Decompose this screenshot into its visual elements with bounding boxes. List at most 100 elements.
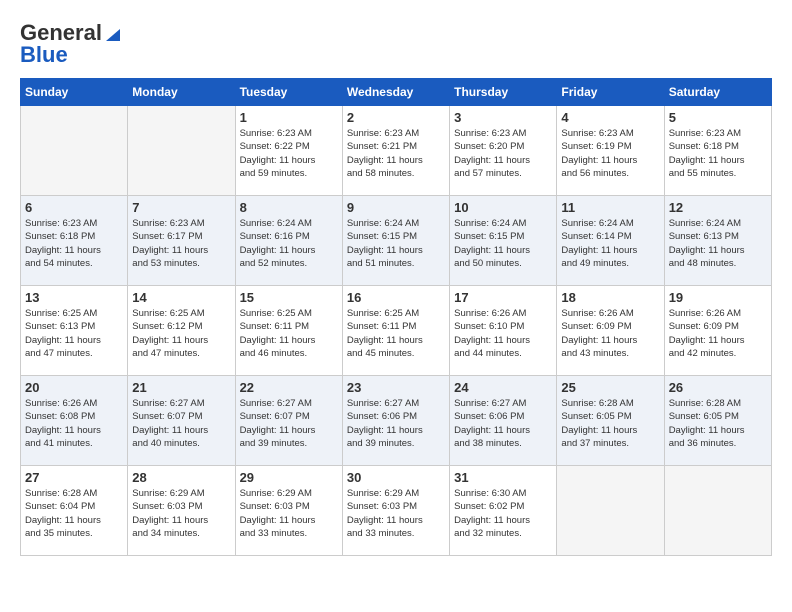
- calendar-cell: 3 Sunrise: 6:23 AM Sunset: 6:20 PM Daylig…: [450, 106, 557, 196]
- calendar-cell: 2 Sunrise: 6:23 AM Sunset: 6:21 PM Daylig…: [342, 106, 449, 196]
- day-info: Sunrise: 6:29 AM Sunset: 6:03 PM Dayligh…: [240, 487, 338, 540]
- calendar-cell: 31 Sunrise: 6:30 AM Sunset: 6:02 PM Dayli…: [450, 466, 557, 556]
- day-info: Sunrise: 6:23 AM Sunset: 6:21 PM Dayligh…: [347, 127, 445, 180]
- day-info: Sunrise: 6:26 AM Sunset: 6:09 PM Dayligh…: [561, 307, 659, 360]
- day-number: 22: [240, 380, 338, 395]
- calendar-cell: 11Sunrise: 6:24 AM Sunset: 6:14 PM Dayli…: [557, 196, 664, 286]
- day-info: Sunrise: 6:24 AM Sunset: 6:16 PM Dayligh…: [240, 217, 338, 270]
- calendar-cell: 13 Sunrise: 6:25 AM Sunset: 6:13 PM Dayli…: [21, 286, 128, 376]
- calendar-cell: 1 Sunrise: 6:23 AM Sunset: 6:22 PM Daylig…: [235, 106, 342, 196]
- day-info: Sunrise: 6:25 AM Sunset: 6:11 PM Dayligh…: [240, 307, 338, 360]
- calendar-cell: [21, 106, 128, 196]
- calendar-cell: 18 Sunrise: 6:26 AM Sunset: 6:09 PM Dayli…: [557, 286, 664, 376]
- logo-blue: Blue: [20, 42, 68, 68]
- day-info: Sunrise: 6:28 AM Sunset: 6:05 PM Dayligh…: [561, 397, 659, 450]
- calendar-cell: 17 Sunrise: 6:26 AM Sunset: 6:10 PM Dayli…: [450, 286, 557, 376]
- calendar-cell: 22 Sunrise: 6:27 AM Sunset: 6:07 PM Dayli…: [235, 376, 342, 466]
- day-number: 8: [240, 200, 338, 215]
- day-info: Sunrise: 6:24 AM Sunset: 6:13 PM Dayligh…: [669, 217, 767, 270]
- calendar-cell: 14 Sunrise: 6:25 AM Sunset: 6:12 PM Dayli…: [128, 286, 235, 376]
- column-header-tuesday: Tuesday: [235, 79, 342, 106]
- day-info: Sunrise: 6:25 AM Sunset: 6:13 PM Dayligh…: [25, 307, 123, 360]
- calendar-week-row: 20 Sunrise: 6:26 AM Sunset: 6:08 PM Dayli…: [21, 376, 772, 466]
- calendar-cell: 8 Sunrise: 6:24 AM Sunset: 6:16 PM Daylig…: [235, 196, 342, 286]
- column-header-thursday: Thursday: [450, 79, 557, 106]
- calendar-cell: 9 Sunrise: 6:24 AM Sunset: 6:15 PM Daylig…: [342, 196, 449, 286]
- day-info: Sunrise: 6:23 AM Sunset: 6:20 PM Dayligh…: [454, 127, 552, 180]
- day-number: 25: [561, 380, 659, 395]
- calendar-cell: 5Sunrise: 6:23 AM Sunset: 6:18 PM Daylig…: [664, 106, 771, 196]
- day-number: 27: [25, 470, 123, 485]
- calendar-cell: 10 Sunrise: 6:24 AM Sunset: 6:15 PM Dayli…: [450, 196, 557, 286]
- day-info: Sunrise: 6:29 AM Sunset: 6:03 PM Dayligh…: [347, 487, 445, 540]
- day-number: 26: [669, 380, 767, 395]
- calendar-cell: [664, 466, 771, 556]
- day-info: Sunrise: 6:25 AM Sunset: 6:12 PM Dayligh…: [132, 307, 230, 360]
- day-number: 13: [25, 290, 123, 305]
- calendar-cell: 7 Sunrise: 6:23 AM Sunset: 6:17 PM Daylig…: [128, 196, 235, 286]
- calendar-cell: [128, 106, 235, 196]
- day-info: Sunrise: 6:28 AM Sunset: 6:05 PM Dayligh…: [669, 397, 767, 450]
- day-info: Sunrise: 6:27 AM Sunset: 6:07 PM Dayligh…: [240, 397, 338, 450]
- calendar-cell: 24Sunrise: 6:27 AM Sunset: 6:06 PM Dayli…: [450, 376, 557, 466]
- day-number: 5: [669, 110, 767, 125]
- day-number: 12: [669, 200, 767, 215]
- day-info: Sunrise: 6:26 AM Sunset: 6:10 PM Dayligh…: [454, 307, 552, 360]
- calendar-cell: 26 Sunrise: 6:28 AM Sunset: 6:05 PM Dayli…: [664, 376, 771, 466]
- column-header-friday: Friday: [557, 79, 664, 106]
- calendar-cell: [557, 466, 664, 556]
- day-info: Sunrise: 6:26 AM Sunset: 6:09 PM Dayligh…: [669, 307, 767, 360]
- day-info: Sunrise: 6:23 AM Sunset: 6:22 PM Dayligh…: [240, 127, 338, 180]
- calendar-cell: 21Sunrise: 6:27 AM Sunset: 6:07 PM Dayli…: [128, 376, 235, 466]
- logo-triangle-icon: [104, 25, 122, 43]
- column-header-sunday: Sunday: [21, 79, 128, 106]
- day-number: 14: [132, 290, 230, 305]
- day-info: Sunrise: 6:29 AM Sunset: 6:03 PM Dayligh…: [132, 487, 230, 540]
- day-number: 18: [561, 290, 659, 305]
- day-number: 19: [669, 290, 767, 305]
- day-number: 3: [454, 110, 552, 125]
- calendar-week-row: 6 Sunrise: 6:23 AM Sunset: 6:18 PM Daylig…: [21, 196, 772, 286]
- day-info: Sunrise: 6:23 AM Sunset: 6:19 PM Dayligh…: [561, 127, 659, 180]
- calendar-cell: 19 Sunrise: 6:26 AM Sunset: 6:09 PM Dayli…: [664, 286, 771, 376]
- day-number: 7: [132, 200, 230, 215]
- calendar-cell: 16Sunrise: 6:25 AM Sunset: 6:11 PM Dayli…: [342, 286, 449, 376]
- page-header: General Blue: [20, 20, 772, 68]
- day-info: Sunrise: 6:23 AM Sunset: 6:17 PM Dayligh…: [132, 217, 230, 270]
- day-number: 4: [561, 110, 659, 125]
- calendar-cell: 20 Sunrise: 6:26 AM Sunset: 6:08 PM Dayli…: [21, 376, 128, 466]
- day-number: 1: [240, 110, 338, 125]
- day-info: Sunrise: 6:24 AM Sunset: 6:14 PM Dayligh…: [561, 217, 659, 270]
- calendar-cell: 28 Sunrise: 6:29 AM Sunset: 6:03 PM Dayli…: [128, 466, 235, 556]
- day-info: Sunrise: 6:24 AM Sunset: 6:15 PM Dayligh…: [347, 217, 445, 270]
- day-number: 6: [25, 200, 123, 215]
- day-number: 31: [454, 470, 552, 485]
- day-number: 28: [132, 470, 230, 485]
- day-number: 9: [347, 200, 445, 215]
- day-info: Sunrise: 6:30 AM Sunset: 6:02 PM Dayligh…: [454, 487, 552, 540]
- calendar-cell: 23Sunrise: 6:27 AM Sunset: 6:06 PM Dayli…: [342, 376, 449, 466]
- calendar-cell: 6 Sunrise: 6:23 AM Sunset: 6:18 PM Daylig…: [21, 196, 128, 286]
- day-info: Sunrise: 6:26 AM Sunset: 6:08 PM Dayligh…: [25, 397, 123, 450]
- day-number: 15: [240, 290, 338, 305]
- calendar-header-row: SundayMondayTuesdayWednesdayThursdayFrid…: [21, 79, 772, 106]
- day-info: Sunrise: 6:27 AM Sunset: 6:06 PM Dayligh…: [347, 397, 445, 450]
- calendar-week-row: 13 Sunrise: 6:25 AM Sunset: 6:13 PM Dayli…: [21, 286, 772, 376]
- calendar-week-row: 1 Sunrise: 6:23 AM Sunset: 6:22 PM Daylig…: [21, 106, 772, 196]
- day-number: 24: [454, 380, 552, 395]
- day-info: Sunrise: 6:25 AM Sunset: 6:11 PM Dayligh…: [347, 307, 445, 360]
- column-header-saturday: Saturday: [664, 79, 771, 106]
- day-number: 20: [25, 380, 123, 395]
- calendar-body: 1 Sunrise: 6:23 AM Sunset: 6:22 PM Daylig…: [21, 106, 772, 556]
- calendar-cell: 4 Sunrise: 6:23 AM Sunset: 6:19 PM Daylig…: [557, 106, 664, 196]
- day-number: 29: [240, 470, 338, 485]
- calendar-week-row: 27Sunrise: 6:28 AM Sunset: 6:04 PM Dayli…: [21, 466, 772, 556]
- day-number: 10: [454, 200, 552, 215]
- day-info: Sunrise: 6:23 AM Sunset: 6:18 PM Dayligh…: [25, 217, 123, 270]
- logo: General Blue: [20, 20, 122, 68]
- day-number: 17: [454, 290, 552, 305]
- column-header-monday: Monday: [128, 79, 235, 106]
- calendar-cell: 27Sunrise: 6:28 AM Sunset: 6:04 PM Dayli…: [21, 466, 128, 556]
- day-number: 2: [347, 110, 445, 125]
- day-info: Sunrise: 6:24 AM Sunset: 6:15 PM Dayligh…: [454, 217, 552, 270]
